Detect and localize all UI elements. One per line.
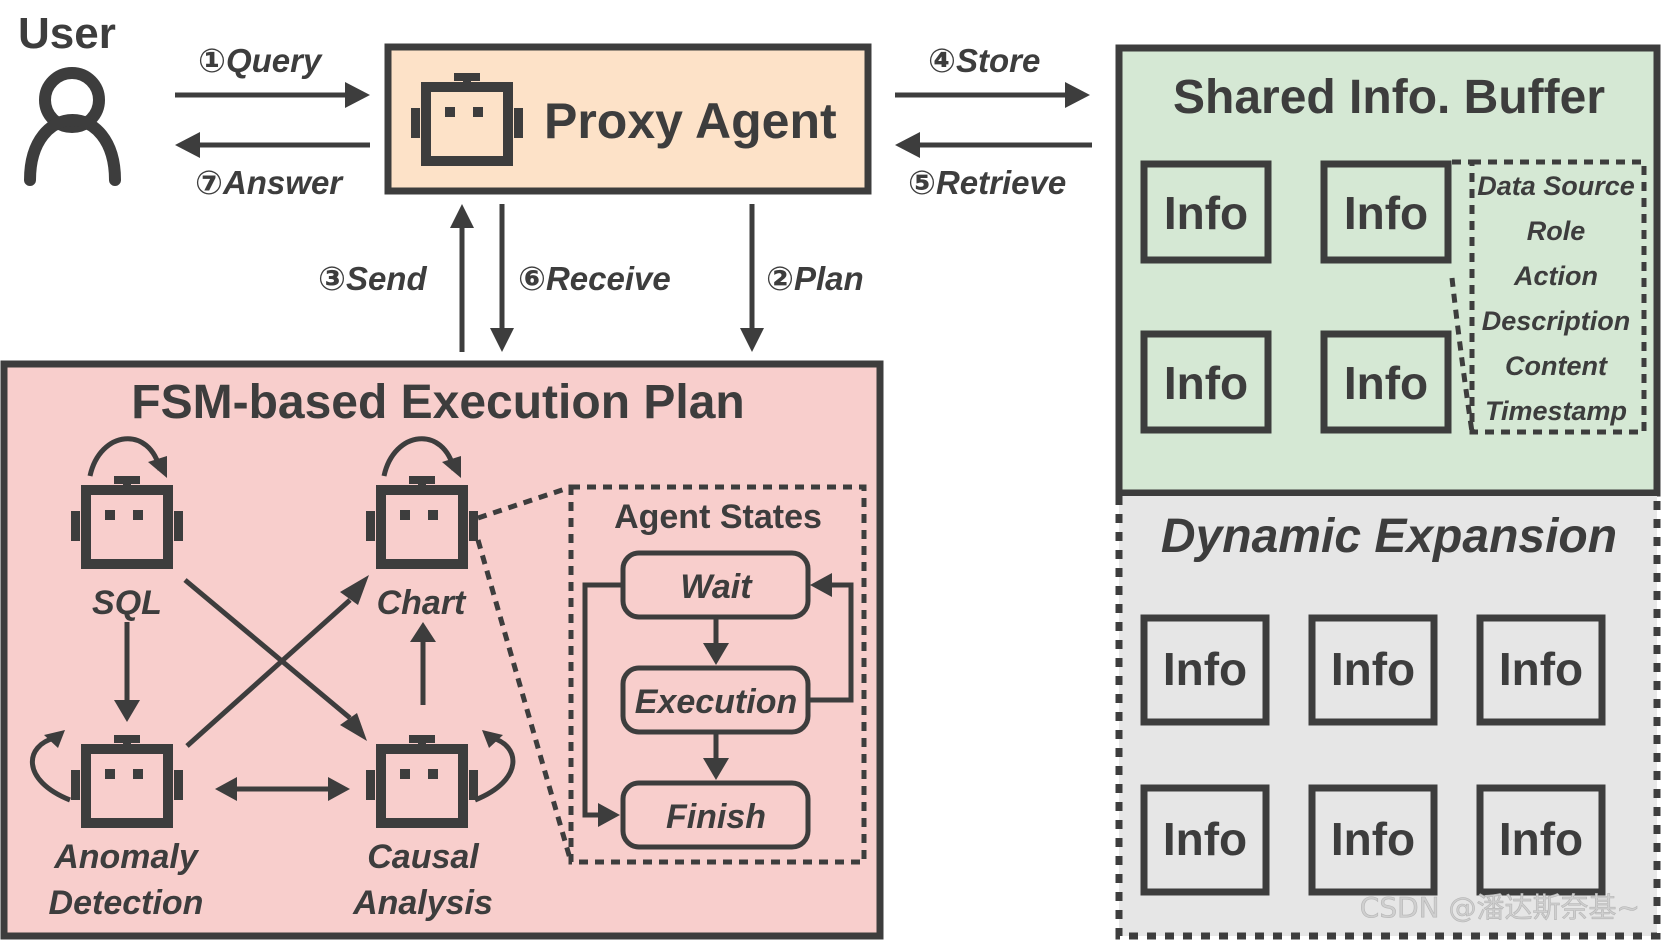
- svg-text:Info: Info: [1163, 643, 1247, 695]
- svg-text:Info: Info: [1344, 187, 1428, 239]
- watermark: CSDN @潘达斯奈基~: [1360, 891, 1640, 924]
- store-arrow: [895, 82, 1090, 108]
- anomaly-agent-label-2: Detection: [49, 884, 204, 922]
- sql-agent-label: SQL: [92, 584, 162, 622]
- query-label: ①Query: [198, 42, 323, 79]
- svg-text:Info: Info: [1331, 813, 1415, 865]
- receive-label: ⑥Receive: [518, 260, 671, 297]
- answer-label: ⑦Answer: [195, 164, 344, 201]
- svg-text:Info: Info: [1499, 643, 1583, 695]
- dynamic-expansion-title: Dynamic Expansion: [1161, 510, 1617, 563]
- svg-text:Info: Info: [1164, 187, 1248, 239]
- user-icon: [24, 67, 121, 186]
- field-role: Role: [1527, 216, 1586, 246]
- field-timestamp: Timestamp: [1485, 396, 1627, 426]
- svg-text:Execution: Execution: [635, 683, 797, 721]
- causal-agent-label-2: Analysis: [352, 884, 493, 922]
- send-label: ③Send: [318, 260, 427, 297]
- diagram-canvas: User ①Query ⑦Answer Proxy Agent ④Store ⑤…: [0, 9, 1661, 940]
- field-action: Action: [1513, 261, 1598, 291]
- send-arrow: [450, 204, 474, 352]
- svg-text:Info: Info: [1163, 813, 1247, 865]
- svg-text:Info: Info: [1164, 357, 1248, 409]
- shared-buffer-title: Shared Info. Buffer: [1173, 71, 1605, 124]
- field-content: Content: [1505, 351, 1608, 381]
- plan-arrow: [740, 204, 764, 352]
- svg-text:Info: Info: [1331, 643, 1415, 695]
- svg-text:Finish: Finish: [666, 798, 766, 836]
- store-label: ④Store: [928, 42, 1040, 79]
- svg-text:Wait: Wait: [680, 568, 753, 606]
- svg-text:Info: Info: [1499, 813, 1583, 865]
- anomaly-agent-label: Anomaly: [53, 838, 200, 876]
- plan-label: ②Plan: [766, 260, 864, 297]
- retrieve-label: ⑤Retrieve: [908, 164, 1066, 201]
- causal-agent-label: Causal: [367, 838, 480, 876]
- chart-agent-label: Chart: [377, 584, 467, 622]
- user-label: User: [18, 9, 116, 58]
- field-description: Description: [1482, 306, 1631, 336]
- svg-text:Info: Info: [1344, 357, 1428, 409]
- receive-arrow: [490, 204, 514, 352]
- answer-arrow: [175, 132, 370, 158]
- proxy-agent-label: Proxy Agent: [544, 93, 837, 149]
- field-data-source: Data Source: [1477, 171, 1635, 201]
- retrieve-arrow: [895, 132, 1092, 158]
- agent-states-title: Agent States: [614, 498, 822, 536]
- fsm-plan-title: FSM-based Execution Plan: [131, 376, 744, 429]
- query-arrow: [175, 82, 370, 108]
